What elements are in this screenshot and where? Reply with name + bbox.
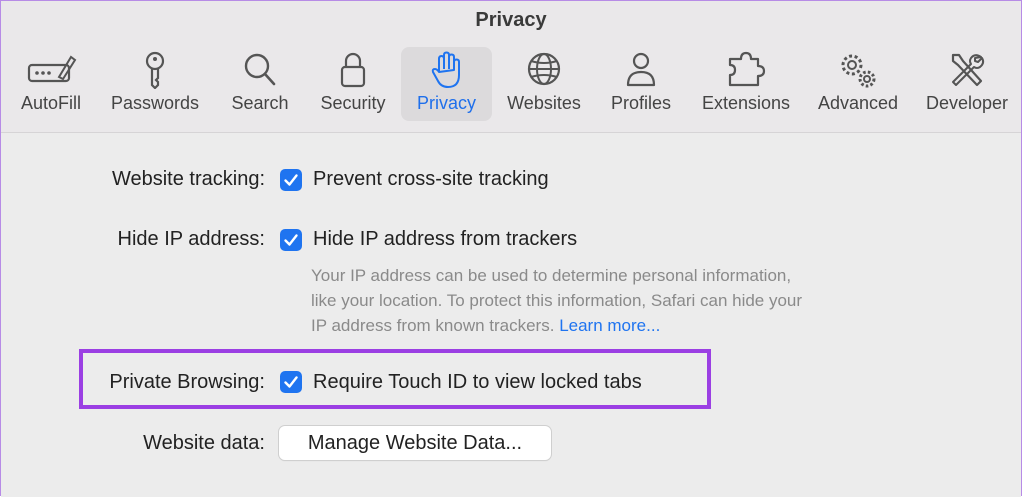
help-line: like your location. To protect this info… [311,291,803,310]
person-icon [626,52,656,87]
key-icon [145,51,165,89]
checkmark-icon [284,174,298,186]
tab-extensions[interactable]: Extensions [697,47,795,121]
tab-websites[interactable]: Websites [502,47,586,121]
tab-profiles[interactable]: Profiles [606,47,676,121]
tab-privacy[interactable]: Privacy [401,47,492,121]
autofill-icon [27,55,77,83]
learn-more-link[interactable]: Learn more... [559,316,660,335]
tab-advanced-label: Advanced [817,93,899,113]
checkmark-icon [284,234,298,246]
checkmark-icon [284,376,298,388]
tab-search[interactable]: Search [227,47,293,121]
hide-ip-label: Hide IP address: [117,228,266,250]
tab-autofill[interactable]: AutoFill [15,47,87,121]
website-tracking-label: Website tracking: [111,168,265,190]
tab-security-label: Security [320,93,386,113]
tab-search-label: Search [231,93,289,113]
tab-privacy-label: Privacy [416,93,476,113]
globe-icon [527,52,561,86]
help-line-text: IP address from known trackers. [311,316,555,335]
prevent-tracking-option[interactable]: Prevent cross-site tracking [313,168,549,191]
tab-advanced[interactable]: Advanced [813,47,903,121]
tab-security[interactable]: Security [315,47,391,121]
window-title: Privacy [475,9,547,31]
tab-extensions-label: Extensions [701,93,791,113]
lock-icon [340,52,366,88]
prevent-tracking-checkbox[interactable] [280,169,302,191]
search-icon [244,53,276,86]
help-line: IP address from known trackers. Learn mo… [311,313,911,338]
wrench-screwdriver-icon [951,53,985,87]
tab-passwords-label: Passwords [110,93,200,113]
touch-id-checkbox[interactable] [280,371,302,393]
hide-ip-checkbox[interactable] [280,229,302,251]
website-data-label: Website data: [143,432,265,454]
touch-id-option[interactable]: Require Touch ID to view locked tabs [313,371,642,394]
tab-profiles-label: Profiles [610,93,672,113]
manage-website-data-button[interactable]: Manage Website Data... [279,426,551,460]
hide-ip-option[interactable]: Hide IP address from trackers [313,228,577,251]
tab-passwords[interactable]: Passwords [107,47,203,121]
tab-developer-label: Developer [925,93,1009,113]
help-line: Your IP address can be used to determine… [311,266,792,285]
puzzle-icon [728,51,766,87]
tab-autofill-label: AutoFill [20,93,82,113]
tab-developer[interactable]: Developer [921,47,1013,121]
preferences-window: Privacy AutoFill Passwords Search Securi… [0,0,1022,497]
preferences-toolbar: Privacy AutoFill Passwords Search Securi… [1,1,1021,133]
gears-icon [841,54,876,88]
private-browsing-label: Private Browsing: [109,371,265,393]
hide-ip-help-text: Your IP address can be used to determine… [311,263,911,338]
hand-icon [431,51,460,88]
tab-websites-label: Websites [507,93,581,113]
